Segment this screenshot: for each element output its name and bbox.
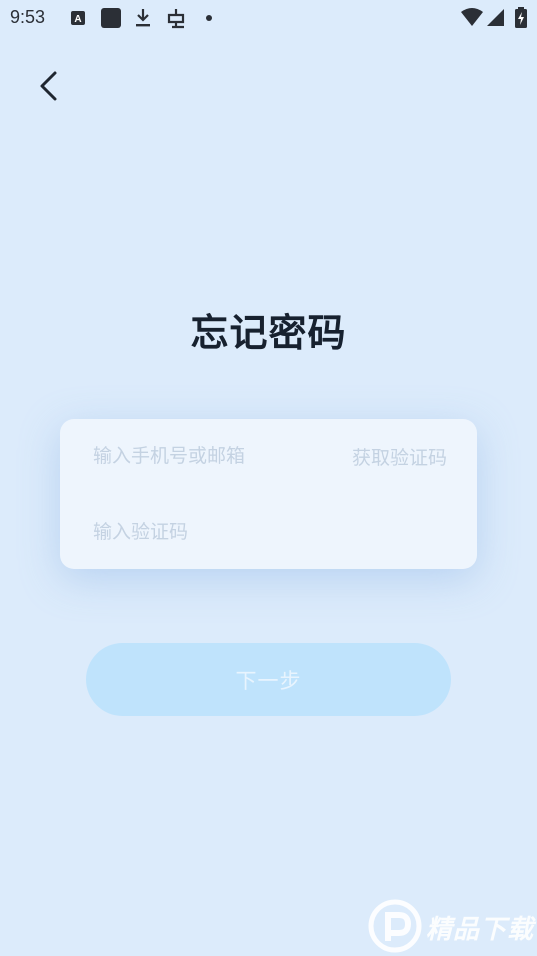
dot-icon <box>206 15 212 21</box>
a-box-icon: A <box>71 11 85 25</box>
page-title: 忘记密码 <box>190 311 347 355</box>
signal-icon <box>487 9 504 26</box>
back-button[interactable] <box>28 64 72 108</box>
wifi-icon <box>461 8 483 26</box>
status-bar: 9:53 A <box>0 0 537 36</box>
download-icon <box>136 9 150 27</box>
battery-charging-icon <box>515 7 527 28</box>
watermark-logo-icon <box>368 899 422 953</box>
form-card: 获取验证码 <box>60 419 477 569</box>
watermark: 精品下载 <box>366 897 536 953</box>
watermark-text: 精品下载 <box>426 915 535 945</box>
status-time: 9:53 <box>10 7 46 27</box>
square-icon <box>101 8 121 28</box>
phone-email-input[interactable] <box>93 441 333 471</box>
verification-code-input[interactable] <box>93 517 433 547</box>
bug-icon <box>167 9 185 29</box>
svg-text:A: A <box>74 14 81 25</box>
next-button[interactable]: 下一步 <box>86 643 451 716</box>
chevron-left-icon <box>40 71 57 101</box>
get-code-button[interactable]: 获取验证码 <box>352 443 447 470</box>
